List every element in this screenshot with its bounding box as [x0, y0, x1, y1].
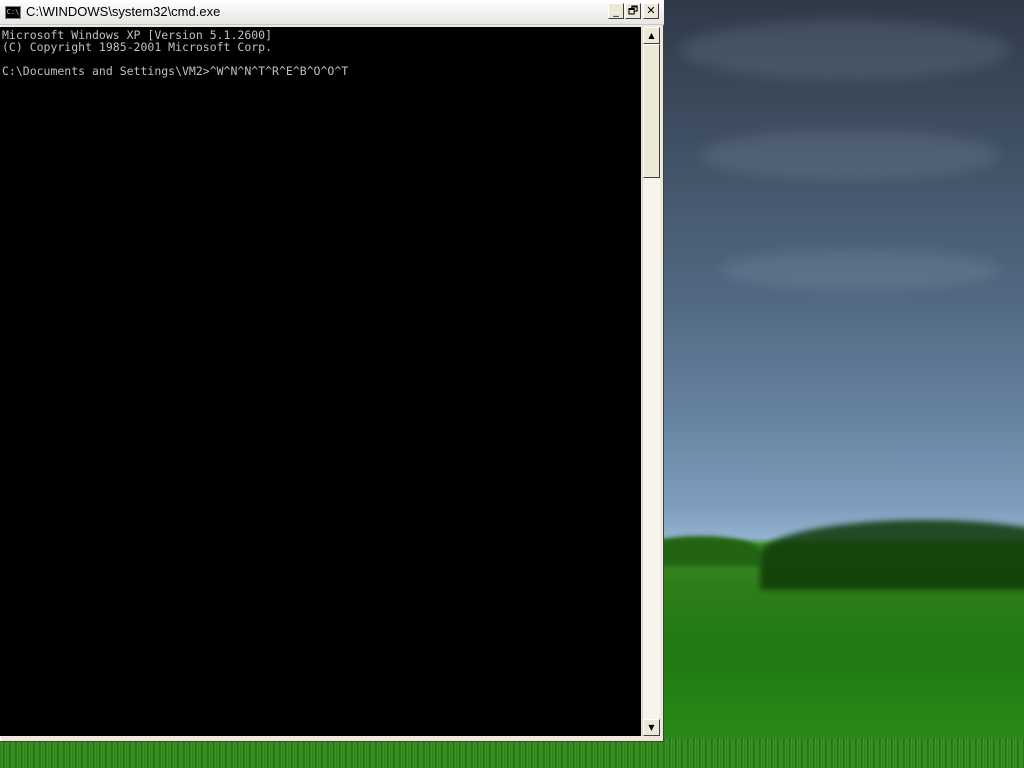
vertical-scrollbar[interactable]: ▲ ▼ [642, 27, 660, 736]
close-button[interactable]: ✕ [643, 3, 659, 19]
console-line: (C) Copyright 1985-2001 Microsoft Corp. [2, 40, 273, 54]
window-title: C:\WINDOWS\system32\cmd.exe [26, 4, 221, 19]
cloud [700, 130, 1000, 180]
minimize-button[interactable]: _ [608, 3, 624, 19]
console-prompt-line[interactable]: C:\Documents and Settings\VM2>^W^N^N^T^R… [2, 64, 348, 78]
title-bar[interactable]: C:\ C:\WINDOWS\system32\cmd.exe _ 🗗 ✕ [0, 0, 664, 25]
cmd-window[interactable]: C:\ C:\WINDOWS\system32\cmd.exe _ 🗗 ✕ Mi… [0, 0, 664, 742]
restore-button[interactable]: 🗗 [625, 3, 641, 19]
console-app-icon[interactable]: C:\ [5, 6, 21, 19]
cloud [720, 250, 1000, 290]
scroll-thumb[interactable] [643, 44, 660, 178]
scroll-down-button[interactable]: ▼ [643, 719, 660, 736]
cloud [680, 20, 1010, 80]
scroll-up-button[interactable]: ▲ [643, 27, 660, 44]
hill-shadow [760, 520, 1024, 590]
grass [0, 738, 1024, 768]
console-output[interactable]: Microsoft Windows XP [Version 5.1.2600] … [0, 27, 641, 736]
